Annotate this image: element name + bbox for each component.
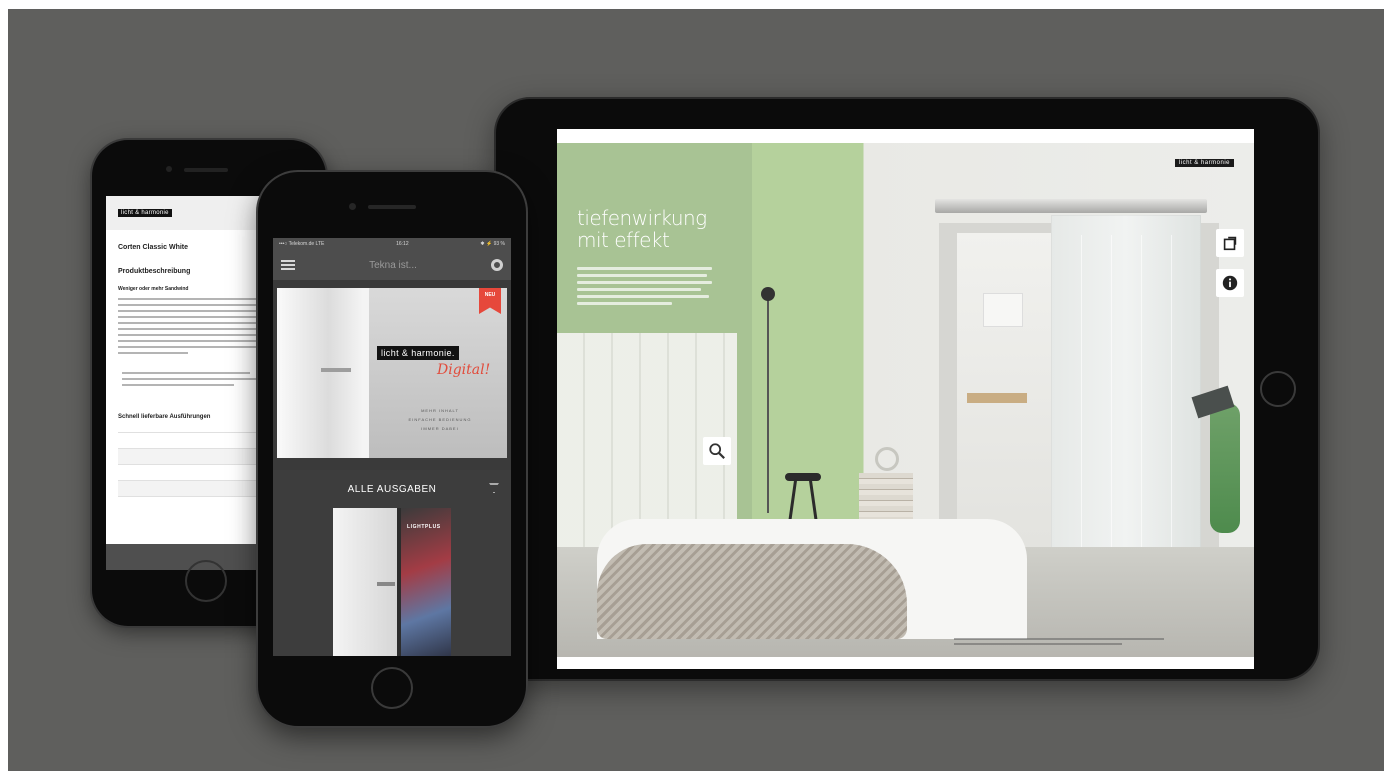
export-icon <box>1223 236 1237 251</box>
phone-back-camera <box>166 166 172 172</box>
info-icon <box>1222 275 1238 291</box>
settings-icon[interactable] <box>491 259 503 271</box>
headline-line-2: mit effekt <box>577 228 670 252</box>
bathroom-view <box>957 233 1053 563</box>
stool <box>785 473 821 525</box>
tablet-home-button[interactable] <box>1260 371 1296 407</box>
search-icon <box>709 443 725 459</box>
carrier-label: •••○ Telekom.de LTE <box>279 241 325 247</box>
catalog-page-scene: tiefenwirkung mit effekt licht & harmoni… <box>557 143 1254 657</box>
all-issues-section: ALLE AUSGABEN LIGHTPLUS <box>273 470 511 656</box>
presentation-background: tiefenwirkung mit effekt licht & harmoni… <box>8 9 1384 771</box>
headline-line-1: tiefenwirkung <box>577 206 707 230</box>
brand-tag: licht & harmonie <box>1174 159 1234 167</box>
photo-caption <box>954 638 1164 645</box>
tablet-device: tiefenwirkung mit effekt licht & harmoni… <box>496 99 1318 679</box>
app-navbar: Tekna ist... <box>273 250 511 280</box>
variants-heading: Schnell lieferbare Ausführungen <box>118 414 211 420</box>
battery-label: ✱ ⚡ 93 % <box>480 241 505 247</box>
catalog-app-screen: •••○ Telekom.de LTE 16:12 ✱ ⚡ 93 % Tekna… <box>273 238 511 656</box>
featured-issue-banner[interactable]: NEU licht & harmonie. Digital! MEHR INHA… <box>277 288 507 458</box>
banner-brand: licht & harmonie. <box>377 346 459 360</box>
search-input[interactable]: Tekna ist... <box>369 260 417 271</box>
subtitle-line-1: MEHR INHALT <box>421 408 459 413</box>
sliding-glass-door <box>1051 215 1201 585</box>
tablet-top-margin <box>557 129 1254 143</box>
wall-lamp <box>761 287 775 301</box>
washbasin <box>967 393 1027 403</box>
sliding-door-rail <box>935 199 1207 213</box>
description-heading: Produktbeschreibung <box>118 268 191 275</box>
phone-front-speaker <box>368 205 416 209</box>
door-handle-photo <box>277 288 363 458</box>
tablet-screen: tiefenwirkung mit effekt licht & harmoni… <box>557 129 1254 669</box>
phone-front-device: •••○ Telekom.de LTE 16:12 ✱ ⚡ 93 % Tekna… <box>258 172 526 726</box>
brand-tag: licht & harmonie <box>118 209 172 217</box>
cover-graphic: LIGHTPLUS <box>401 508 451 656</box>
knit-blanket <box>597 544 907 639</box>
share-button[interactable] <box>1216 229 1244 257</box>
phone-back-speaker <box>184 168 228 172</box>
section-title: ALLE AUSGABEN <box>347 484 437 495</box>
cover-brand: LIGHTPLUS <box>407 524 441 530</box>
banner-subtitle: MEHR INHALT EINFACHE BEDIENUNG IMMER DAB… <box>385 406 495 433</box>
zoom-button[interactable] <box>703 437 731 465</box>
info-button[interactable] <box>1216 269 1244 297</box>
issue-cover[interactable]: LIGHTPLUS <box>333 508 451 656</box>
description-subheading: Weniger oder mehr Sandwind <box>118 286 189 292</box>
menu-icon[interactable] <box>281 260 295 270</box>
subtitle-line-3: IMMER DABEI <box>421 426 459 431</box>
subtitle-line-2: EINFACHE BEDIENUNG <box>408 417 472 422</box>
phone-front-home-button[interactable] <box>371 667 413 709</box>
wall-lamp-cable <box>767 293 769 513</box>
phone-back-home-button[interactable] <box>185 560 227 602</box>
status-bar: •••○ Telekom.de LTE 16:12 ✱ ⚡ 93 % <box>273 238 511 250</box>
banner-script: Digital! <box>437 362 491 378</box>
tablet-bottom-margin <box>557 657 1254 669</box>
product-title: Corten Classic White <box>118 244 189 251</box>
alarm-clock <box>875 447 899 471</box>
mirror <box>983 293 1023 327</box>
clock-label: 16:12 <box>396 241 409 247</box>
phone-front-camera <box>349 203 356 210</box>
hanging-plant <box>1210 403 1240 533</box>
page-headline: tiefenwirkung mit effekt <box>577 207 737 251</box>
cover-door-photo <box>333 508 397 656</box>
body-copy-lines <box>577 267 712 305</box>
